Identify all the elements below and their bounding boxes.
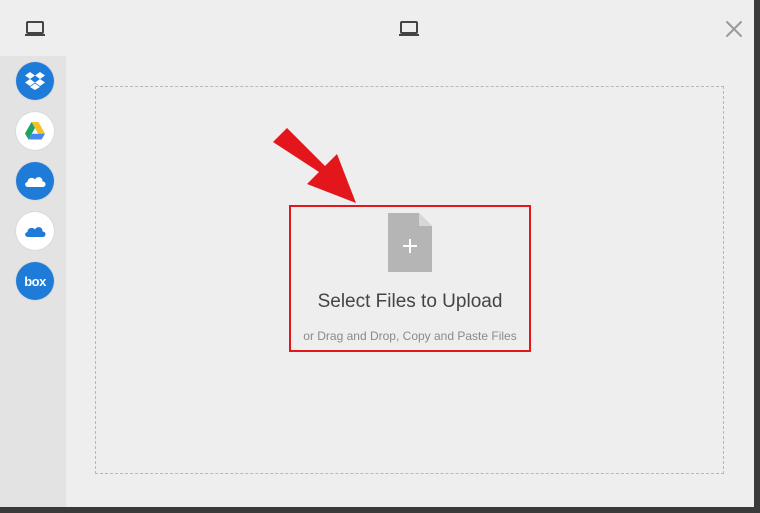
laptop-icon[interactable] <box>398 20 420 38</box>
box-icon: box <box>24 273 46 289</box>
dialog-header <box>0 0 754 56</box>
close-icon[interactable] <box>725 20 743 38</box>
onedrive-cloud-icon <box>25 177 46 187</box>
dropbox-icon <box>25 72 45 90</box>
sidebar-item-box[interactable]: box <box>16 262 54 300</box>
laptop-icon[interactable] <box>24 20 46 38</box>
sidebar-item-google-drive[interactable] <box>16 112 54 150</box>
sidebar-item-dropbox[interactable] <box>16 62 54 100</box>
source-sidebar: box <box>0 56 66 507</box>
sidebar-item-onedrive-business[interactable] <box>16 212 54 250</box>
google-drive-icon <box>25 122 45 140</box>
annotation-highlight-box <box>289 205 531 352</box>
file-picker-dialog: box Select Files to Upload or Drag and D… <box>0 0 760 513</box>
onedrive-cloud-icon <box>25 227 46 237</box>
sidebar-item-onedrive[interactable] <box>16 162 54 200</box>
annotation-arrow-icon <box>273 128 356 203</box>
